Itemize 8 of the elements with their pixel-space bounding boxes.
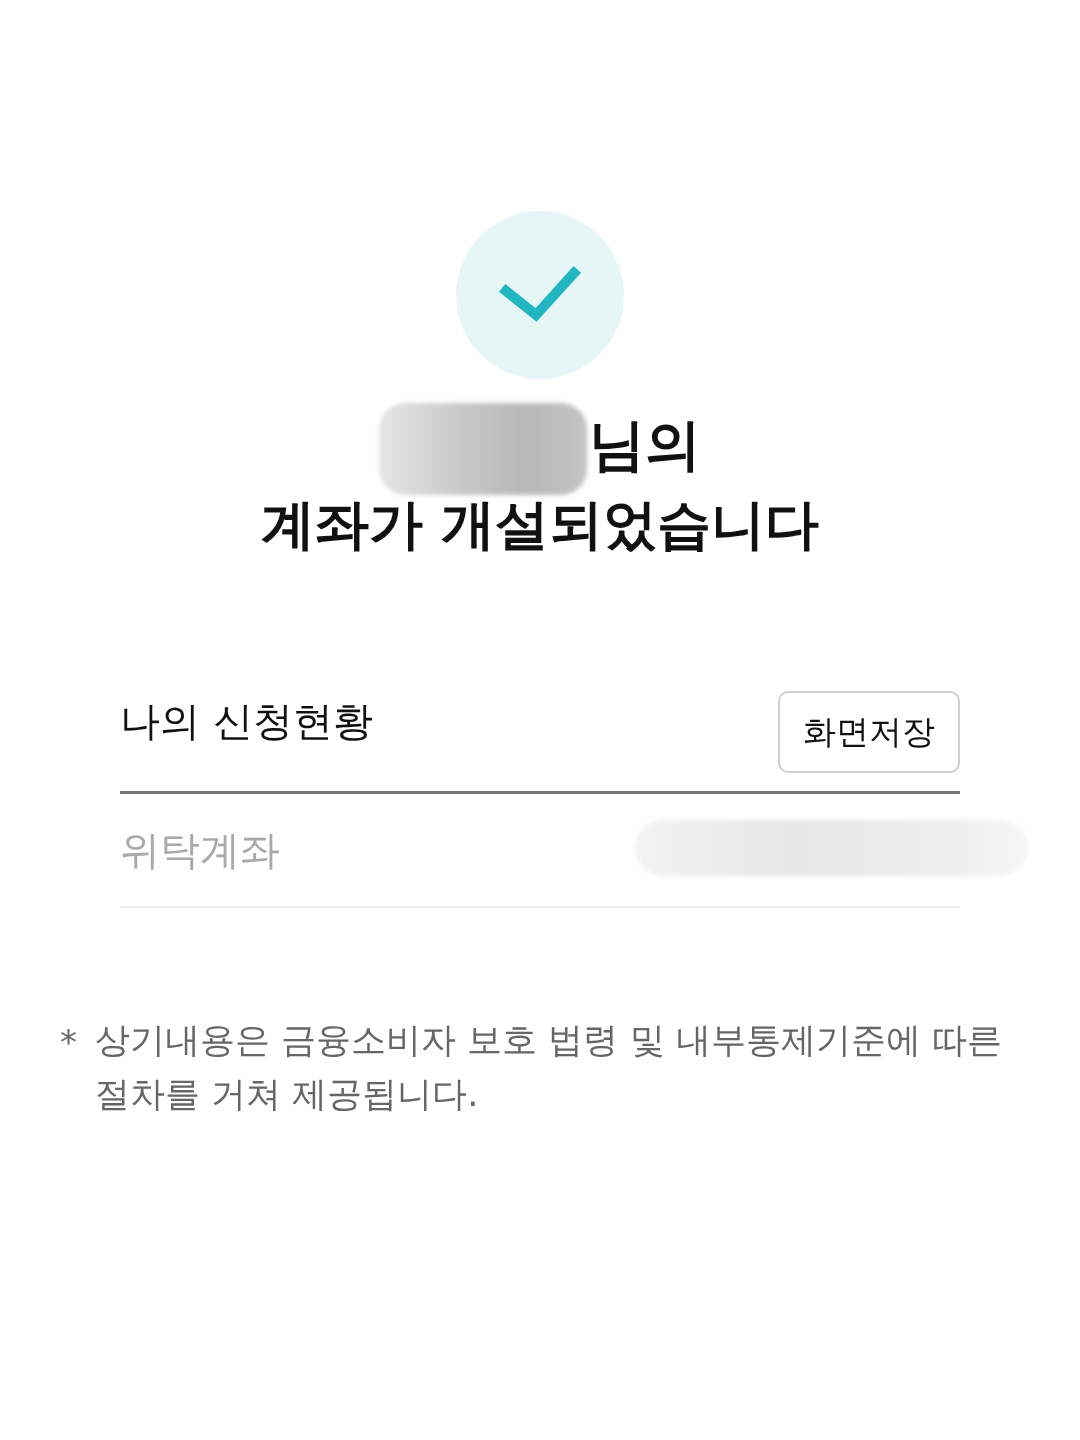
row-label: 위탁계좌 <box>120 826 280 875</box>
section-heading: 나의 신청현황 <box>120 697 373 746</box>
title-text: 계좌가 개설되었습니다 <box>260 492 820 558</box>
save-screen-button[interactable]: 화면저장 <box>778 691 960 773</box>
title-text: 님의 <box>589 411 701 479</box>
note-marker: * <box>60 1021 77 1064</box>
check-circle-icon <box>456 211 624 379</box>
note-text: 상기내용은 금융소비자 보호 법령 및 내부통제기준에 따른 절차를 거쳐 제공됩니다. <box>94 1019 1003 1116</box>
